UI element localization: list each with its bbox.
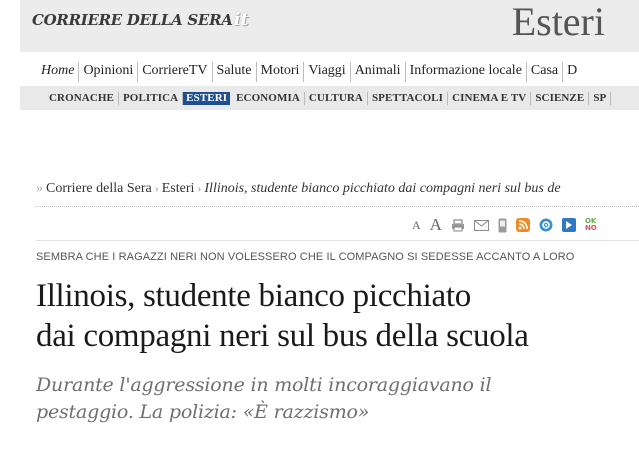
nav-item-animali[interactable]: Animali [351,62,406,82]
nav-item-truncated[interactable]: D [563,62,581,82]
nav-item-home[interactable]: Home [36,62,80,82]
bookmark-icon[interactable] [561,218,576,232]
site-header: Corriere della Sera it Esteri [20,0,639,52]
breadcrumb-divider [36,206,639,207]
breadcrumb-current: Illinois, studente bianco picchiato dai … [204,181,561,196]
rss-icon[interactable] [515,218,530,232]
nav-item-corrieretv[interactable]: CorriereTV [138,62,213,82]
share-icon[interactable] [539,218,553,232]
section-tab-cultura[interactable]: CULTURA [305,92,368,105]
section-tab-cronache[interactable]: CRONACHE [45,92,119,105]
nav-item-motori[interactable]: Motori [257,62,305,82]
nav-item-casa[interactable]: Casa [527,62,564,82]
subhead-line-2: pestaggio. La polizia: «È razzismo» [36,401,370,423]
font-decrease-button[interactable]: A [412,218,421,233]
mobile-icon[interactable] [498,218,507,233]
breadcrumb-home-link[interactable]: Corriere della Sera [46,181,152,196]
section-tab-esteri[interactable]: ESTERI [183,92,231,105]
section-tab-economia[interactable]: ECONOMIA [232,92,305,105]
subhead-line-1: Durante l'aggressione in molti incoraggi… [36,374,492,396]
print-icon[interactable] [451,218,465,232]
no-label: NO [584,224,597,232]
headline-line-2: dai compagni neri sul bus della scuola [36,318,529,354]
breadcrumb-separator: › [197,181,202,195]
section-tab-truncated[interactable]: SP [589,92,612,105]
tools-divider [36,240,639,241]
section-tab-cinema-e-tv[interactable]: CINEMA E TV [448,92,532,105]
article-tools: A A OK NO [412,214,597,236]
headline-line-1: Illinois, studente bianco picchiato [36,278,471,314]
primary-nav: Home Opinioni CorriereTV Salute Motori V… [36,62,581,82]
article-kicker: SEMBRA CHE I RAGAZZI NERI NON VOLESSERO … [36,251,575,263]
nav-item-viaggi[interactable]: Viaggi [304,62,351,82]
logo-suffix: it [233,9,249,30]
nav-item-informazione-locale[interactable]: Informazione locale [406,62,527,82]
site-logo[interactable]: Corriere della Sera it [32,9,249,35]
breadcrumb-section-link[interactable]: Esteri [162,181,195,196]
email-icon[interactable] [473,219,489,231]
okno-icon[interactable]: OK NO [585,218,597,232]
breadcrumb-separator: › [154,181,159,195]
section-tab-spettacoli[interactable]: SPETTACOLI [368,92,449,105]
font-increase-button[interactable]: A [430,215,442,235]
section-nav: CRONACHE POLITICA ESTERI ECONOMIA CULTUR… [20,86,639,110]
section-title: Esteri [511,0,605,44]
article-subheadline: Durante l'aggressione in molti incoraggi… [36,372,636,426]
nav-item-opinioni[interactable]: Opinioni [79,62,139,82]
section-tab-scienze[interactable]: SCIENZE [531,92,590,105]
section-tab-politica[interactable]: POLITICA [119,92,184,105]
breadcrumb: » Corriere della Sera › Esteri › Illinois, st… [36,181,561,197]
logo-text: Corriere della Sera [32,11,233,29]
nav-item-salute[interactable]: Salute [213,62,257,82]
article-headline: Illinois, studente bianco picchiato dai … [36,276,636,356]
breadcrumb-prefix: » [36,181,43,196]
